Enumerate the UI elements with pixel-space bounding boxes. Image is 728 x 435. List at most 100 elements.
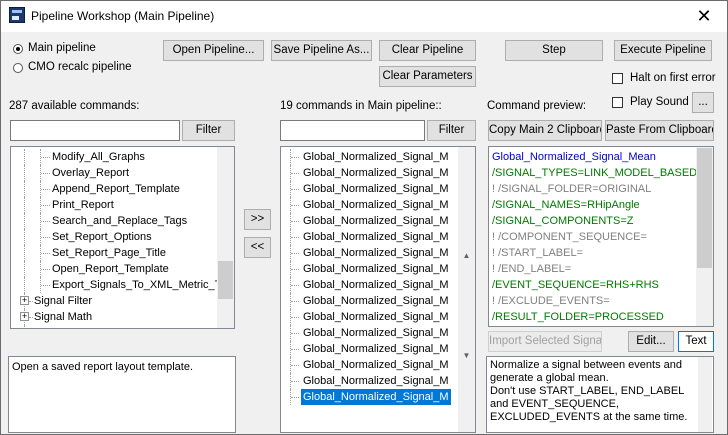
tree-guide: [41, 269, 50, 270]
pipeline-command-item[interactable]: Global_Normalized_Signal_M: [281, 149, 459, 165]
preview-line: /RESULT_FOLDER=PROCESSED: [492, 311, 664, 323]
preview-line: ! /END_LABEL=: [492, 263, 572, 275]
paste-from-clipboard-button[interactable]: Paste From Clipboard: [605, 120, 714, 141]
tree-group[interactable]: + Signal Math: [11, 309, 221, 325]
available-commands-heading: 287 available commands:: [9, 100, 140, 112]
preview-scrollbar-thumb[interactable]: [697, 148, 712, 268]
tree-item-label: Overlay_Report: [52, 167, 130, 179]
available-filter-input[interactable]: [10, 120, 180, 141]
tree-guide: [291, 173, 299, 174]
halt-on-first-error-label[interactable]: Halt on first error: [630, 72, 716, 84]
tree-item[interactable]: Search_and_Replace_Tags: [11, 213, 221, 229]
available-tree-scrollbar[interactable]: [217, 147, 234, 328]
pipeline-command-label: Global_Normalized_Signal_M: [303, 359, 449, 371]
play-sound-label[interactable]: Play Sound: [630, 96, 689, 108]
pipeline-command-item[interactable]: Global_Normalized_Signal_M: [281, 213, 459, 229]
import-selected-signals-button[interactable]: Import Selected Signals: [488, 331, 602, 352]
pipeline-command-item[interactable]: Global_Normalized_Signal_M: [281, 245, 459, 261]
cmo-recalc-radio[interactable]: [13, 63, 23, 73]
expand-plus-icon[interactable]: +: [20, 296, 29, 305]
tree-item-label: Export_Signals_To_XML_Metric_T: [52, 279, 222, 291]
command-description-text: Open a saved report layout template.: [12, 361, 193, 373]
tree-guide: [291, 301, 299, 302]
pipeline-command-item[interactable]: Global_Normalized_Signal_M: [281, 165, 459, 181]
tree-guide: [41, 237, 50, 238]
tree-guide: [291, 237, 299, 238]
tree-guide: [41, 221, 50, 222]
edit-button[interactable]: Edit...: [628, 331, 674, 352]
preview-line: /RESULT_NAME=RHipAngle_Z_RHS_RHS: [492, 325, 706, 326]
pipeline-filter-input[interactable]: [280, 120, 425, 141]
main-pipeline-label[interactable]: Main pipeline: [28, 42, 96, 54]
execute-pipeline-button[interactable]: Execute Pipeline: [614, 40, 712, 61]
cmo-recalc-label[interactable]: CMO recalc pipeline: [28, 61, 132, 73]
play-sound-checkbox[interactable]: [612, 97, 623, 108]
remove-command-button[interactable]: <<: [244, 237, 271, 258]
tree-group-label: Signal Process: [34, 325, 107, 328]
tree-guide: [24, 277, 25, 293]
tree-item[interactable]: Print_Report: [11, 197, 221, 213]
pipeline-command-label: Global_Normalized_Signal_M: [303, 327, 449, 339]
pipeline-command-item[interactable]: Global_Normalized_Signal_M: [281, 341, 459, 357]
pipeline-command-item[interactable]: Global_Normalized_Signal_M: [281, 293, 459, 309]
tree-guide: [24, 181, 25, 197]
available-filter-button[interactable]: Filter: [182, 120, 235, 141]
tree-guide: [291, 221, 299, 222]
add-command-button[interactable]: >>: [244, 209, 271, 230]
preview-line: ! /SIGNAL_FOLDER=ORIGINAL: [492, 183, 652, 195]
scroll-down-icon[interactable]: ▼: [458, 347, 475, 364]
tree-item[interactable]: Set_Report_Options: [11, 229, 221, 245]
tree-group-label: Signal Filter: [34, 295, 93, 307]
help-scrollbar[interactable]: [698, 357, 712, 432]
preview-line: Global_Normalized_Signal_Mean: [492, 151, 656, 163]
step-button[interactable]: Step: [505, 40, 603, 61]
tree-guide: [291, 349, 299, 350]
pipeline-command-item[interactable]: Global_Normalized_Signal_M: [281, 325, 459, 341]
scroll-up-icon[interactable]: ▲: [458, 247, 475, 264]
sound-options-button[interactable]: ...: [692, 92, 714, 113]
scrollbar-thumb[interactable]: [218, 261, 233, 299]
preview-scrollbar[interactable]: [696, 147, 713, 326]
tree-item[interactable]: Set_Report_Page_Title: [11, 245, 221, 261]
save-pipeline-as-button[interactable]: Save Pipeline As...: [271, 40, 372, 61]
close-icon[interactable]: ✕: [681, 1, 727, 32]
pipeline-command-item[interactable]: Global_Normalized_Signal_M: [281, 261, 459, 277]
pipeline-command-label: Global_Normalized_Signal_M: [303, 343, 449, 355]
tree-group[interactable]: + Signal Process: [11, 325, 221, 329]
halt-on-first-error-checkbox[interactable]: [612, 73, 623, 84]
pipeline-command-item[interactable]: Global_Normalized_Signal_M: [281, 309, 459, 325]
command-preview-heading: Command preview:: [487, 100, 587, 112]
pipeline-command-item[interactable]: Global_Normalized_Signal_M: [281, 373, 459, 389]
pipeline-command-item[interactable]: Global_Normalized_Signal_M: [281, 229, 459, 245]
pipeline-command-item[interactable]: Global_Normalized_Signal_M: [281, 357, 459, 373]
open-pipeline-button[interactable]: Open Pipeline...: [163, 40, 264, 61]
expand-plus-icon[interactable]: +: [20, 312, 29, 321]
pipeline-filter-button[interactable]: Filter: [427, 120, 476, 141]
pipeline-command-item[interactable]: Global_Normalized_Signal_M: [281, 277, 459, 293]
tree-guide: [24, 245, 25, 261]
text-toggle-button[interactable]: Text: [678, 331, 714, 352]
main-pipeline-radio[interactable]: [13, 44, 23, 54]
copy-main-to-clipboard-button[interactable]: Copy Main 2 Clipboard: [488, 120, 602, 141]
tree-group-label: Signal Math: [34, 311, 93, 323]
command-preview-editor[interactable]: Global_Normalized_Signal_Mean/SIGNAL_TYP…: [488, 146, 714, 327]
pipeline-command-item[interactable]: Global_Normalized_Signal_M: [281, 197, 459, 213]
pipeline-commands-list[interactable]: Global_Normalized_Signal_M Global_Normali…: [280, 146, 476, 433]
tree-item[interactable]: Append_Report_Template: [11, 181, 221, 197]
available-commands-tree[interactable]: Modify_All_Graphs Overlay_Report Append_Re…: [10, 146, 235, 329]
tree-item-label: Set_Report_Options: [52, 231, 152, 243]
tree-item[interactable]: Open_Report_Template: [11, 261, 221, 277]
pipeline-list-scrollbar[interactable]: ▲ ▼: [458, 147, 475, 432]
expand-plus-icon[interactable]: +: [22, 328, 27, 329]
clear-pipeline-button[interactable]: Clear Pipeline: [379, 40, 476, 61]
tree-item[interactable]: Modify_All_Graphs: [11, 149, 221, 165]
tree-item[interactable]: Export_Signals_To_XML_Metric_T: [11, 277, 221, 293]
tree-guide: [24, 197, 25, 213]
tree-group[interactable]: + Signal Filter: [11, 293, 221, 309]
tree-guide: [291, 317, 299, 318]
pipeline-command-item[interactable]: Global_Normalized_Signal_M: [281, 388, 459, 406]
clear-parameters-button[interactable]: Clear Parameters: [379, 66, 476, 87]
tree-item[interactable]: Overlay_Report: [11, 165, 221, 181]
pipeline-command-item[interactable]: Global_Normalized_Signal_M: [281, 181, 459, 197]
tree-guide: [291, 253, 299, 254]
